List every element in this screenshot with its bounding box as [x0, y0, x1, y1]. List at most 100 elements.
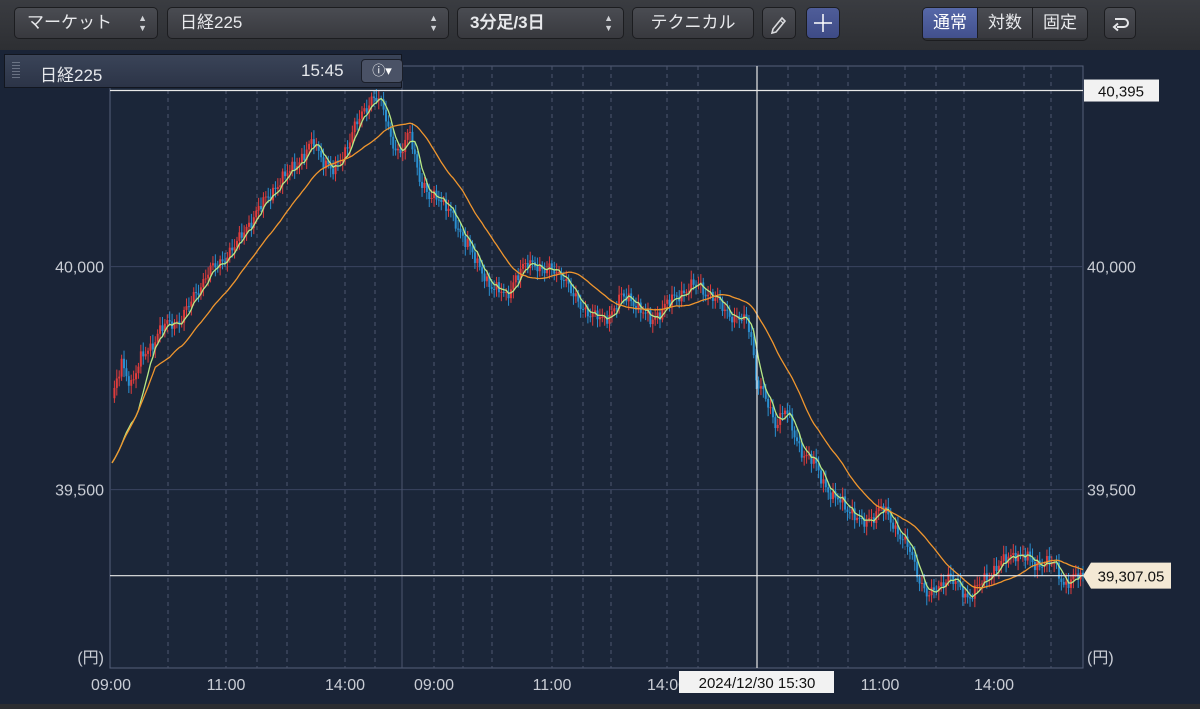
- y-tick-label-left: 39,500: [55, 483, 104, 500]
- candle-body: [276, 187, 279, 189]
- period-select[interactable]: 3分足/3日 ▲ ▼: [457, 7, 624, 39]
- candle-body: [365, 108, 368, 113]
- draw-tool-button[interactable]: [762, 7, 796, 39]
- candle-body: [375, 97, 378, 101]
- candle-body: [911, 551, 914, 556]
- candle-body: [238, 232, 241, 241]
- candle-body: [800, 443, 803, 458]
- candle-body: [651, 319, 654, 325]
- candle-body: [409, 131, 412, 133]
- candle-body: [610, 311, 613, 315]
- candle-body: [608, 314, 611, 324]
- candle-body: [490, 287, 493, 289]
- candle-body: [733, 316, 736, 323]
- candle-body: [339, 162, 342, 164]
- candle-body: [267, 196, 270, 198]
- candle-body: [1041, 566, 1044, 568]
- y-tick-label-right: 40,000: [1087, 260, 1136, 277]
- candle-body: [132, 379, 135, 381]
- candle-body: [430, 197, 433, 200]
- market-select[interactable]: マーケット ▲ ▼: [14, 7, 158, 39]
- candle-body: [1072, 574, 1075, 580]
- candle-body: [589, 316, 592, 318]
- y-tick-label-left: 40,000: [55, 260, 104, 277]
- candle-body: [579, 301, 582, 310]
- candle-body: [274, 187, 277, 189]
- candle-body: [675, 295, 678, 297]
- candle-body: [964, 593, 967, 598]
- candle-body: [868, 518, 871, 520]
- info-menu-button[interactable]: ⓘ▾: [361, 59, 403, 83]
- candle-body: [449, 208, 452, 211]
- candle-body: [286, 173, 289, 177]
- candle-body: [957, 581, 960, 583]
- candle-body: [1065, 581, 1068, 585]
- candle-body: [353, 121, 356, 133]
- candle-body: [228, 247, 231, 258]
- candle-body: [591, 313, 594, 317]
- candle-body: [644, 312, 647, 314]
- candle-body: [1002, 554, 1005, 561]
- candle-body: [572, 293, 575, 297]
- y-unit-left: (円): [77, 650, 104, 667]
- candle-body: [255, 210, 258, 218]
- candle-body: [245, 226, 248, 233]
- technical-button-label: テクニカル: [650, 13, 736, 32]
- mode-fixed[interactable]: 固定: [1033, 8, 1087, 38]
- candle-body: [824, 479, 827, 488]
- candle-body: [312, 139, 315, 147]
- candle-body: [820, 470, 823, 484]
- drag-handle-icon[interactable]: [12, 62, 20, 80]
- candle-body: [115, 378, 118, 388]
- candle-body: [300, 153, 303, 163]
- candle-body: [303, 153, 306, 161]
- candle-body: [704, 294, 707, 297]
- candle-body: [231, 247, 234, 251]
- candle-body: [839, 499, 842, 503]
- candle-body: [615, 308, 618, 310]
- mode-normal[interactable]: 通常: [923, 8, 978, 38]
- x-tick-label: 14:00: [974, 677, 1014, 694]
- candle-body: [916, 561, 919, 578]
- candle-body: [466, 239, 469, 247]
- technical-button[interactable]: テクニカル: [632, 7, 754, 39]
- candle-body: [685, 292, 688, 294]
- candle-body: [260, 206, 263, 210]
- candle-body: [613, 308, 616, 312]
- candle-body: [512, 282, 515, 290]
- candle-body: [401, 152, 404, 154]
- candle-body: [822, 479, 825, 484]
- candle-body: [894, 525, 897, 529]
- candle-body: [930, 587, 933, 596]
- candle-body: [264, 196, 267, 198]
- candle-body: [673, 294, 676, 296]
- candle-body: [598, 317, 601, 320]
- candle-body: [127, 376, 130, 386]
- price-chart[interactable]: 40,000 40,000 39,500 39,500 (円) (円) 09:00 11:00…: [0, 50, 1200, 704]
- candle-body: [461, 232, 464, 236]
- symbol-info-bar[interactable]: 日経225 15:45 ⓘ▾: [4, 54, 403, 88]
- mode-log[interactable]: 対数: [978, 8, 1033, 38]
- market-select-label: マーケット: [27, 13, 112, 32]
- candle-body: [447, 208, 450, 212]
- candle-body: [793, 430, 796, 438]
- crosshair-button[interactable]: [806, 7, 840, 39]
- last-price-label: 39,307.05: [1098, 569, 1165, 586]
- chart-area[interactable]: 40,000 40,000 39,500 39,500 (円) (円) 09:00 11:00…: [0, 50, 1200, 704]
- candle-body: [752, 336, 755, 356]
- candle-body: [291, 161, 294, 171]
- candle-body: [144, 353, 147, 357]
- candle-body: [240, 232, 243, 238]
- candle-body: [827, 487, 830, 493]
- candle-body: [767, 398, 770, 408]
- candle-body: [995, 565, 998, 571]
- candle-body: [971, 598, 974, 600]
- candle-body: [130, 380, 133, 386]
- candle-body: [483, 273, 486, 282]
- symbol-select[interactable]: 日経225 ▲ ▼: [167, 7, 449, 39]
- candle-body: [524, 263, 527, 265]
- undo-button[interactable]: [1104, 7, 1136, 39]
- candle-body: [1060, 578, 1063, 582]
- candle-body: [832, 491, 835, 500]
- candle-body: [1062, 581, 1065, 585]
